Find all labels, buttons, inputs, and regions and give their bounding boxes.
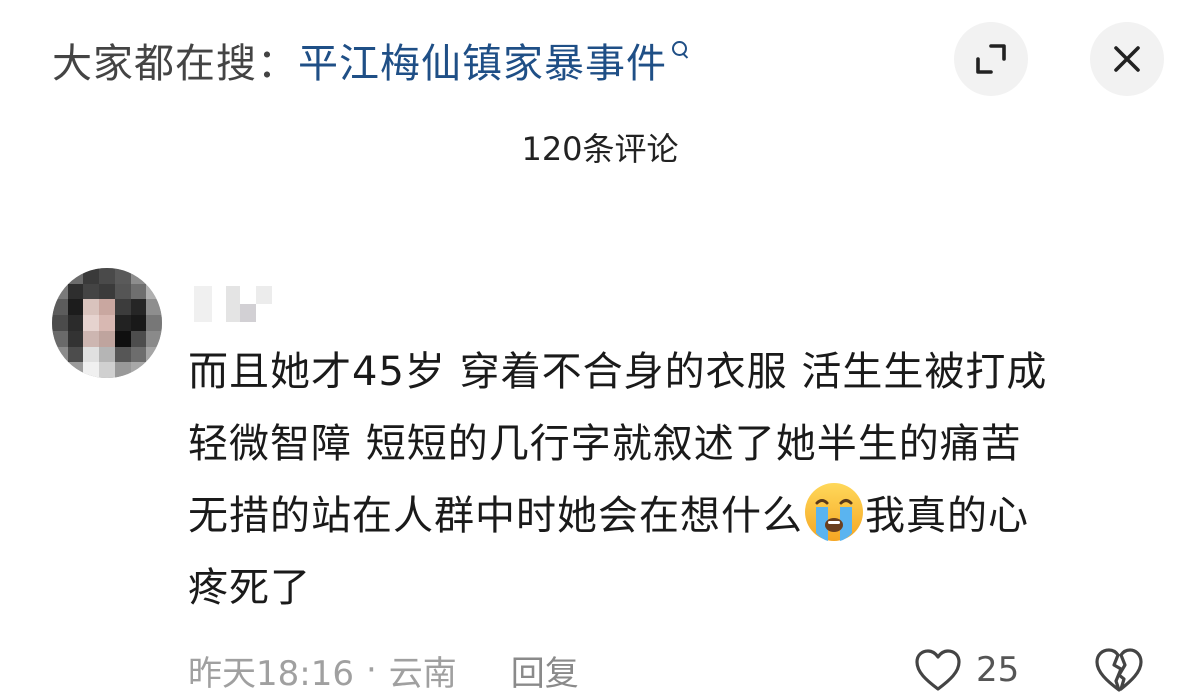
- dislike-button[interactable]: [1094, 647, 1144, 697]
- collapse-button[interactable]: [954, 22, 1028, 96]
- comment-line-segment: 无措的站在人群中时她会在想什么: [188, 493, 803, 539]
- comment-line: 疼死了: [188, 565, 311, 611]
- collapse-icon: [976, 44, 1006, 74]
- meta-separator: ·: [365, 650, 377, 690]
- comment-line: 而且她才45岁 穿着不合身的衣服 活生生被打成: [188, 349, 1048, 395]
- like-count: 25: [976, 650, 1020, 690]
- trending-search-prefix: 大家都在搜：: [52, 41, 298, 87]
- avatar[interactable]: [52, 268, 162, 378]
- comment-count: 120条评论: [521, 130, 679, 168]
- heart-icon: [915, 649, 961, 691]
- loudly-crying-face-icon: [805, 483, 863, 541]
- trending-search-query[interactable]: 平江梅仙镇家暴事件: [298, 31, 667, 89]
- comment-time: 昨天18:16: [188, 653, 354, 694]
- reply-button[interactable]: 回复: [511, 646, 579, 695]
- comment-line: 轻微智障 短短的几行字就叙述了她半生的痛苦: [188, 421, 1022, 467]
- close-button[interactable]: [1090, 22, 1164, 96]
- comment-line-segment: 我真的心: [865, 493, 1029, 539]
- username-redacted[interactable]: [194, 286, 272, 322]
- comment-line: 无措的站在人群中时她会在想什么 我真的心: [188, 480, 1148, 552]
- close-icon: [1114, 46, 1140, 72]
- broken-heart-icon: [1095, 648, 1143, 692]
- comment-meta: 昨天18:16 · 云南 回复: [188, 642, 579, 698]
- comment-text: 而且她才45岁 穿着不合身的衣服 活生生被打成 轻微智障 短短的几行字就叙述了她…: [188, 336, 1148, 624]
- trending-search-bar[interactable]: 大家都在搜： 平江梅仙镇家暴事件: [52, 28, 689, 92]
- comment-location: 云南: [388, 653, 457, 694]
- comments-panel: 大家都在搜： 平江梅仙镇家暴事件 120条评论 而且她才45岁 穿着不合身的衣服…: [0, 0, 1200, 697]
- search-icon[interactable]: [671, 40, 689, 58]
- like-button[interactable]: 25: [914, 642, 1019, 698]
